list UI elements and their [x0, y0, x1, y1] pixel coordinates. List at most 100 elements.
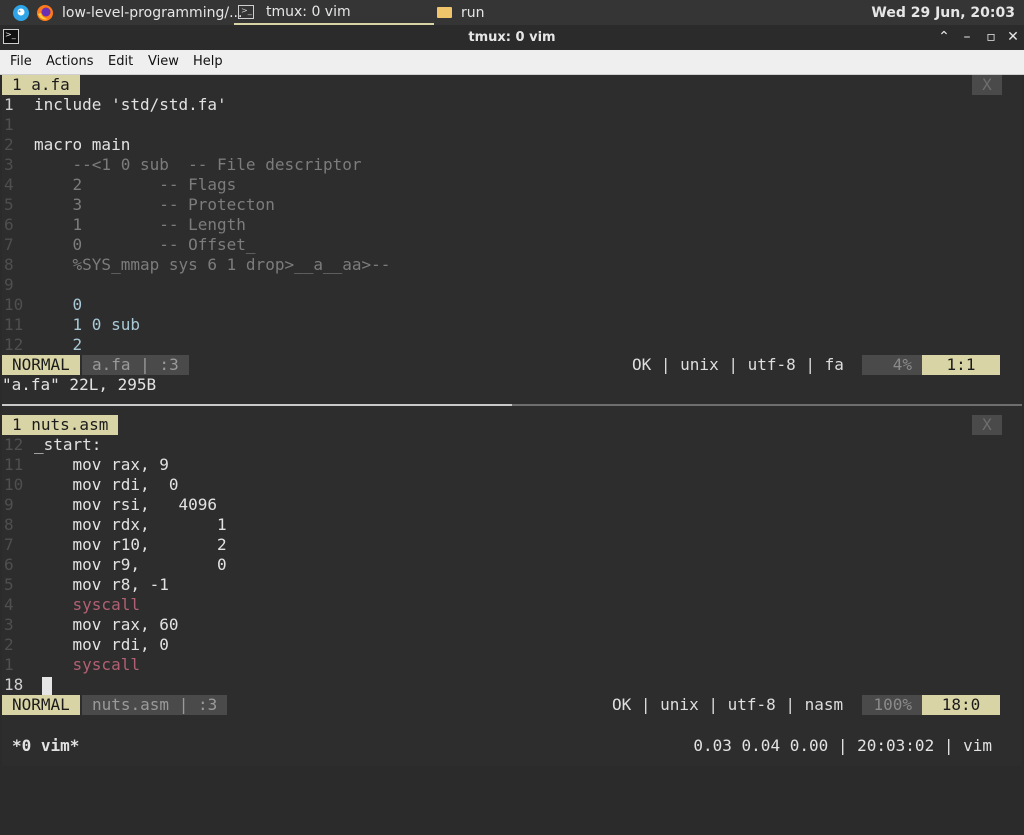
code-text: mov rdx, 1 [34, 515, 227, 534]
line-number: 11 [4, 455, 24, 474]
code-text: mov r8, -1 [34, 575, 169, 594]
app-menu-icon[interactable] [12, 0, 30, 25]
status-position: 18:0 [922, 695, 1000, 715]
status-info: OK | unix | utf-8 | nasm [612, 695, 844, 714]
line-number: 1 [4, 95, 14, 114]
keep-above-icon[interactable]: ⌃ [935, 28, 953, 46]
code-text: 1 0 sub [34, 315, 140, 334]
code-line: 4 syscall [2, 595, 140, 615]
menu-actions[interactable]: Actions [46, 50, 94, 74]
vim-statusline-bottom: NORMAL nuts.asm | :3 OK | unix | utf-8 |… [2, 695, 1002, 715]
menu-bar: File Actions Edit View Help [0, 50, 1024, 75]
code-text: 0 [34, 295, 83, 314]
code-line: 9 mov rsi, 4096 [2, 495, 217, 515]
status-file: nuts.asm | :3 [82, 695, 228, 715]
code-line: 1 [2, 115, 34, 135]
status-position: 1:1 [922, 355, 1000, 375]
code-text: mov rax, 60 [34, 615, 179, 634]
code-line: 18 [2, 675, 52, 695]
pane-divider[interactable] [2, 404, 1022, 406]
line-number: 2 [4, 635, 14, 654]
line-number: 7 [4, 535, 14, 554]
code-line: 1 syscall [2, 655, 140, 675]
line-number: 9 [4, 275, 14, 294]
tmux-window-list[interactable]: *0 vim* [12, 731, 79, 761]
code-text: _start: [34, 435, 102, 454]
menu-view[interactable]: View [148, 50, 179, 74]
terminal-area[interactable]: 1 a.fa X 1 include 'std/std.fa' 1 2 macro … [2, 75, 1022, 766]
line-number: 10 [4, 295, 24, 314]
window-titlebar[interactable]: >_ tmux: 0 vim ⌃ – ▫ ✕ [0, 25, 1024, 50]
code-text: macro main [34, 135, 131, 154]
maximize-icon[interactable]: ▫ [982, 28, 1000, 46]
tabline: 1 a.fa X [2, 75, 1022, 95]
folder-icon [437, 7, 452, 18]
code-line: 2 mov rdi, 0 [2, 635, 169, 655]
line-number: 5 [4, 195, 14, 214]
line-number: 2 [4, 135, 14, 154]
line-number: 3 [4, 155, 14, 174]
taskbar-item-terminal-label: tmux: 0 vim [266, 3, 351, 20]
code-line: 4 2 -- Flags [2, 175, 236, 195]
menu-file[interactable]: File [10, 50, 32, 74]
line-number: 7 [4, 235, 14, 254]
tab-a-fa[interactable]: 1 a.fa [2, 75, 80, 95]
code-text: 2 [34, 335, 83, 354]
menu-edit[interactable]: Edit [108, 50, 133, 74]
clock[interactable]: Wed 29 Jun, 20:03 [871, 0, 1015, 25]
code-line: 5 mov r8, -1 [2, 575, 169, 595]
status-percent: 100% [862, 695, 922, 715]
code-text: syscall [34, 655, 140, 674]
status-percent: 4% [862, 355, 922, 375]
vim-pane-bottom[interactable]: 1 nuts.asm X 12 _start: 11 mov rax, 9 10 … [2, 415, 1022, 725]
line-number: 8 [4, 515, 14, 534]
line-number: 6 [4, 555, 14, 574]
line-number: 4 [4, 595, 14, 614]
mode-indicator: NORMAL [2, 695, 80, 715]
code-text: %SYS_mmap sys 6 1 drop>__a__aa>-- [34, 255, 391, 274]
code-text: mov rax, 9 [34, 455, 169, 474]
code-text: syscall [34, 595, 140, 614]
minimize-icon[interactable]: – [958, 28, 976, 46]
code-line: 12 2 [2, 335, 82, 355]
tab-nuts-asm[interactable]: 1 nuts.asm [2, 415, 119, 435]
code-text: --<1 0 sub -- File descriptor [34, 155, 362, 174]
line-number: 12 [4, 435, 24, 454]
code-line: 3 --<1 0 sub -- File descriptor [2, 155, 362, 175]
menu-help[interactable]: Help [193, 50, 223, 74]
code-text: mov rdi, 0 [34, 475, 179, 494]
line-number: 1 [4, 115, 14, 134]
taskbar-item-folder[interactable]: run [437, 0, 485, 25]
taskbar-item-terminal[interactable]: >_ tmux: 0 vim [234, 0, 434, 25]
line-number: 8 [4, 255, 14, 274]
code-text: 1 -- Length [34, 215, 246, 234]
code-line: 1 include 'std/std.fa' [2, 95, 227, 115]
line-number: 5 [4, 575, 14, 594]
code-line: 3 mov rax, 60 [2, 615, 179, 635]
code-line: 5 3 -- Protecton [2, 195, 275, 215]
top-panel: low-level-programming/... >_ tmux: 0 vim… [0, 0, 1024, 25]
code-line: 10 0 [2, 295, 82, 315]
code-line: 7 0 -- Offset_ [2, 235, 256, 255]
code-line: 8 %SYS_mmap sys 6 1 drop>__a__aa>-- [2, 255, 390, 275]
tab-close-button[interactable]: X [972, 75, 1002, 95]
tab-close-button[interactable]: X [972, 415, 1002, 435]
taskbar-item-firefox[interactable]: low-level-programming/... [62, 0, 242, 25]
line-number: 10 [4, 475, 24, 494]
line-number: 4 [4, 175, 14, 194]
code-text: 0 -- Offset_ [34, 235, 256, 254]
close-icon[interactable]: ✕ [1004, 28, 1022, 46]
code-line: 10 mov rdi, 0 [2, 475, 179, 495]
line-number: 11 [4, 315, 24, 334]
code-text: mov r9, 0 [34, 555, 227, 574]
code-line: 9 [2, 275, 34, 295]
code-line: 11 mov rax, 9 [2, 455, 169, 475]
code-text: mov r10, 2 [34, 535, 227, 554]
taskbar-item-firefox-label: low-level-programming/... [62, 4, 243, 21]
status-file: a.fa | :3 [82, 355, 189, 375]
firefox-icon[interactable] [36, 0, 54, 25]
vim-pane-top[interactable]: 1 a.fa X 1 include 'std/std.fa' 1 2 macro … [2, 75, 1022, 403]
code-line: 2 macro main [2, 135, 130, 155]
vim-message-line: "a.fa" 22L, 295B [2, 375, 157, 394]
line-number: 3 [4, 615, 14, 634]
